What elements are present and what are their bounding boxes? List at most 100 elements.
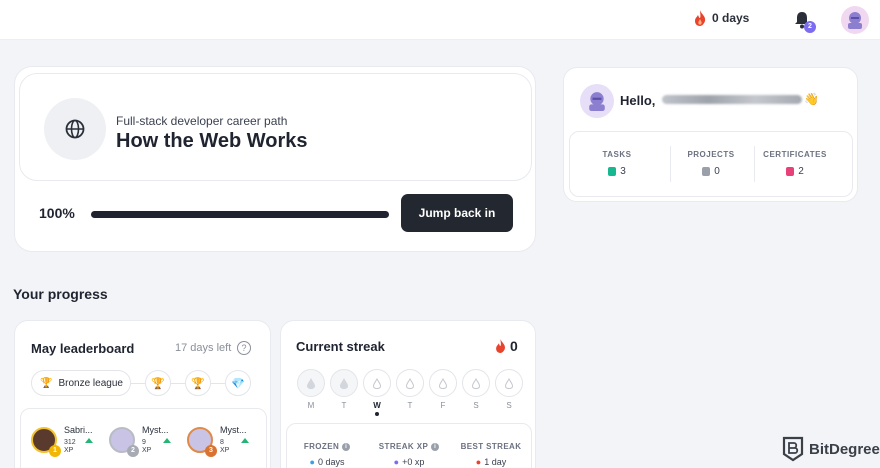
day-saturday: S bbox=[462, 369, 490, 410]
redacted-username bbox=[662, 95, 802, 104]
profile-card: Hello, 👋 TASKS 3 PROJECTS 0 CERTIFICATES… bbox=[563, 67, 858, 202]
stat-label: TASKS bbox=[602, 150, 632, 159]
trophy-icon: 🏆 bbox=[40, 377, 53, 389]
stat-frozen: FROZEN i ● 0 days bbox=[287, 442, 367, 467]
gold-trophy-icon[interactable]: 🏆 bbox=[185, 370, 211, 396]
divider bbox=[171, 383, 185, 384]
streak-indicator[interactable]: 0 days bbox=[694, 10, 749, 26]
day-label: S bbox=[506, 401, 512, 410]
ice-drop-icon: ● bbox=[309, 457, 315, 467]
player-xp: 9 bbox=[142, 439, 146, 446]
progress-percent: 100% bbox=[39, 205, 75, 221]
day-sunday: S bbox=[495, 369, 523, 410]
diamond-icon[interactable]: 💎 bbox=[225, 370, 251, 396]
info-icon[interactable]: i bbox=[342, 442, 351, 451]
bitdegree-watermark: BitDegree bbox=[782, 436, 880, 462]
fire-icon bbox=[695, 10, 706, 26]
day-label: F bbox=[440, 401, 446, 410]
league-badge-bronze[interactable]: 🏆 Bronze league bbox=[31, 370, 131, 396]
day-friday: F bbox=[429, 369, 457, 410]
leaderboard-card: May leaderboard 17 days left ? 🏆 Bronze … bbox=[14, 320, 271, 468]
day-wednesday: W bbox=[363, 369, 391, 416]
top-bar: 0 days 2 bbox=[0, 0, 880, 40]
stat-value: 2 bbox=[798, 166, 804, 177]
puzzle-icon bbox=[702, 167, 711, 176]
drop-outline-icon bbox=[396, 369, 424, 397]
stat-value: 1 day bbox=[484, 457, 507, 467]
section-title: Your progress bbox=[13, 286, 108, 302]
greeting: Hello, bbox=[620, 93, 656, 108]
jump-back-in-button[interactable]: Jump back in bbox=[401, 194, 513, 232]
watermark-text: BitDegree bbox=[809, 440, 880, 458]
drop-icon bbox=[330, 369, 358, 397]
stat-value: +0 xp bbox=[402, 457, 425, 467]
drop-icon bbox=[297, 369, 325, 397]
user-avatar[interactable] bbox=[841, 6, 869, 34]
league-name: Bronze league bbox=[58, 377, 123, 389]
stat-best-streak: BEST STREAK ● 1 day bbox=[451, 442, 531, 467]
purple-drop-icon: ● bbox=[393, 457, 400, 467]
stat-label: CERTIFICATES bbox=[763, 150, 827, 159]
leaderboard-list: 1 Sabri... 312 XP 2 Myst... 9 XP 3 Myst.… bbox=[20, 408, 267, 468]
fire-icon bbox=[496, 339, 505, 353]
today-marker bbox=[375, 412, 379, 416]
robot-avatar-icon bbox=[589, 92, 605, 111]
course-subtitle: Full-stack developer career path bbox=[116, 114, 288, 128]
course-card: Full-stack developer career path How the… bbox=[14, 66, 536, 252]
drop-outline-icon bbox=[363, 369, 391, 397]
stat-projects[interactable]: PROJECTS 0 bbox=[666, 150, 756, 177]
day-monday: M bbox=[297, 369, 325, 410]
xp-unit: XP bbox=[142, 447, 152, 454]
rank-badge: 3 bbox=[205, 445, 217, 457]
xp-unit: XP bbox=[220, 447, 230, 454]
drop-outline-icon bbox=[495, 369, 523, 397]
leaderboard-title: May leaderboard bbox=[31, 341, 135, 356]
day-label: S bbox=[473, 401, 479, 410]
help-icon[interactable]: ? bbox=[237, 341, 251, 355]
rank-badge: 2 bbox=[127, 445, 139, 457]
profile-avatar[interactable] bbox=[580, 84, 614, 118]
leaderboard-player[interactable]: 1 Sabri... 312 XP bbox=[31, 425, 107, 465]
day-label: T bbox=[407, 401, 413, 410]
globe-icon bbox=[65, 119, 85, 139]
stat-value: 0 days bbox=[317, 457, 345, 467]
course-title: How the Web Works bbox=[116, 130, 308, 152]
rank-badge: 1 bbox=[49, 445, 61, 457]
silver-trophy-icon[interactable]: 🏆 bbox=[145, 370, 171, 396]
drop-outline-icon bbox=[462, 369, 490, 397]
leaderboard-player[interactable]: 2 Myst... 9 XP bbox=[109, 425, 185, 465]
course-icon bbox=[44, 98, 106, 160]
streak-count: 0 bbox=[495, 338, 518, 354]
rank-up-icon bbox=[241, 438, 249, 443]
leaderboard-player[interactable]: 3 Myst... 8 XP bbox=[187, 425, 263, 465]
day-label: T bbox=[341, 401, 347, 410]
stat-certificates[interactable]: CERTIFICATES 2 bbox=[750, 150, 840, 177]
streak-title: Current streak bbox=[296, 339, 385, 354]
info-icon[interactable]: i bbox=[431, 442, 440, 451]
stat-tasks[interactable]: TASKS 3 bbox=[572, 150, 662, 177]
stat-value: 3 bbox=[620, 166, 626, 177]
divider bbox=[211, 383, 225, 384]
notification-badge: 2 bbox=[804, 21, 816, 33]
fire-icon: ● bbox=[475, 457, 482, 467]
day-tuesday: T bbox=[330, 369, 358, 410]
course-info[interactable]: Full-stack developer career path How the… bbox=[19, 73, 532, 181]
rank-up-icon bbox=[85, 438, 93, 443]
player-xp: 312 bbox=[64, 439, 76, 446]
streak-days-label: 0 days bbox=[712, 11, 750, 25]
stat-streak-xp: STREAK XP i ● +0 xp bbox=[369, 442, 449, 467]
player-name: Myst... bbox=[220, 425, 247, 435]
rank-up-icon bbox=[163, 438, 171, 443]
streak-card: Current streak 0 M T W T F S S FROZEN i ●… bbox=[280, 320, 536, 468]
bitdegree-logo-icon bbox=[782, 436, 804, 462]
divider bbox=[131, 383, 145, 384]
profile-stats: TASKS 3 PROJECTS 0 CERTIFICATES 2 bbox=[569, 131, 853, 197]
streak-value: 0 bbox=[510, 338, 518, 354]
stat-label: PROJECTS bbox=[687, 150, 735, 159]
streak-stats: FROZEN i ● 0 days STREAK XP i ● +0 xp BEST S… bbox=[286, 423, 532, 468]
player-xp: 8 bbox=[220, 439, 224, 446]
stat-label: STREAK XP bbox=[378, 442, 429, 451]
certificate-icon bbox=[786, 167, 795, 176]
progress-bar-fill bbox=[91, 211, 389, 218]
book-icon bbox=[608, 167, 617, 176]
